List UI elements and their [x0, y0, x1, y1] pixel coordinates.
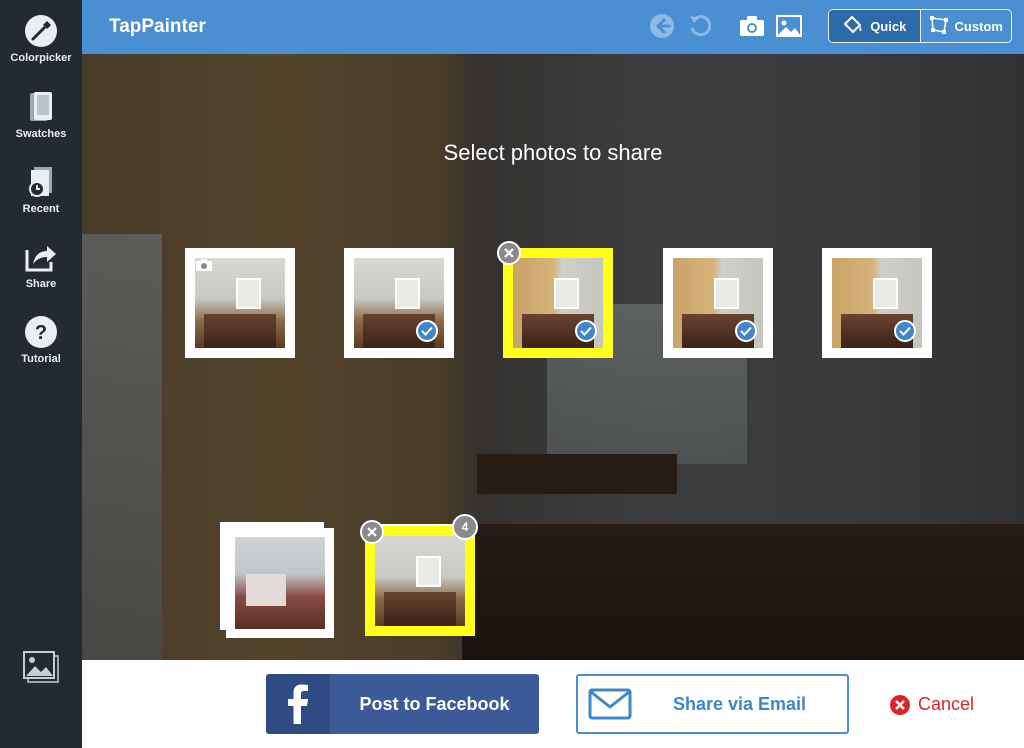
tutorial-icon: ? — [22, 313, 60, 351]
sidebar-item-label: Recent — [22, 203, 60, 215]
share-action-bar: Post to Facebook Share via Email Cancel — [82, 660, 1024, 748]
custom-mode-button[interactable]: Custom — [919, 10, 1012, 42]
swatches-icon — [22, 88, 60, 126]
custom-mode-label: Custom — [954, 18, 1003, 34]
checkmark-icon — [575, 320, 597, 342]
camera-icon[interactable] — [737, 11, 767, 41]
sidebar-item-label: Tutorial — [21, 353, 61, 365]
remove-photo-button[interactable] — [497, 241, 521, 265]
undo-icon[interactable] — [685, 11, 715, 41]
remove-stack-button[interactable] — [360, 520, 384, 544]
sidebar-item-colorpicker[interactable]: Colorpicker — [0, 6, 82, 76]
close-icon — [890, 694, 910, 715]
mode-toggle: Quick Custom — [828, 9, 1012, 43]
email-button-label: Share via Email — [672, 693, 807, 714]
bedroom-photo-stack[interactable] — [226, 528, 334, 638]
room-photo-canvas: Select photos to share 4 — [82, 54, 1024, 660]
recent-icon — [22, 163, 60, 201]
thumbnail-image — [235, 537, 325, 629]
share-via-email-button[interactable]: Share via Email — [576, 674, 849, 734]
quick-mode-label: Quick — [870, 18, 907, 34]
select-photos-prompt: Select photos to share — [443, 140, 663, 165]
thumbnail-image — [375, 536, 465, 626]
selection-count-badge: 4 — [452, 514, 478, 540]
polygon-select-icon — [929, 15, 949, 38]
sidebar-item-tutorial[interactable]: ? Tutorial — [0, 307, 82, 377]
sidebar-item-label: Share — [25, 278, 57, 290]
sidebar-item-share[interactable]: Share — [0, 232, 82, 302]
sidebar: Colorpicker Swatches Recent Share ? Tuto… — [0, 0, 82, 748]
back-arrow-icon[interactable] — [647, 11, 677, 41]
photo-thumbnail-highlighted[interactable] — [503, 248, 613, 358]
quick-mode-button[interactable]: Quick — [829, 10, 920, 42]
gallery-icon[interactable] — [22, 650, 62, 686]
checkmark-icon — [735, 320, 757, 342]
image-icon[interactable] — [774, 11, 804, 41]
photo-thumbnail-original[interactable] — [185, 248, 295, 358]
facebook-icon — [266, 674, 330, 734]
photo-thumbnail[interactable] — [663, 248, 773, 358]
checkmark-icon — [894, 320, 916, 342]
svg-text:?: ? — [35, 322, 47, 344]
facebook-button-label: Post to Facebook — [359, 693, 510, 714]
camera-icon — [195, 258, 213, 277]
paint-bucket-icon — [842, 15, 864, 38]
sidebar-item-recent[interactable]: Recent — [0, 157, 82, 227]
envelope-icon — [578, 676, 642, 732]
top-bar: TapPainter Quick Custom — [82, 0, 1024, 54]
selected-photos-stack[interactable] — [365, 526, 475, 636]
photo-thumbnail[interactable] — [822, 248, 932, 358]
photo-thumbnail[interactable] — [344, 248, 454, 358]
sidebar-item-label: Colorpicker — [10, 52, 72, 64]
post-to-facebook-button[interactable]: Post to Facebook — [266, 674, 539, 734]
sidebar-item-label: Swatches — [15, 128, 67, 140]
cancel-button[interactable]: Cancel — [890, 694, 974, 715]
checkmark-icon — [416, 320, 438, 342]
cancel-label: Cancel — [918, 694, 975, 714]
colorpicker-icon — [22, 12, 60, 50]
sidebar-item-swatches[interactable]: Swatches — [0, 82, 82, 152]
share-icon — [22, 238, 60, 276]
app-title: TapPainter — [109, 16, 206, 37]
